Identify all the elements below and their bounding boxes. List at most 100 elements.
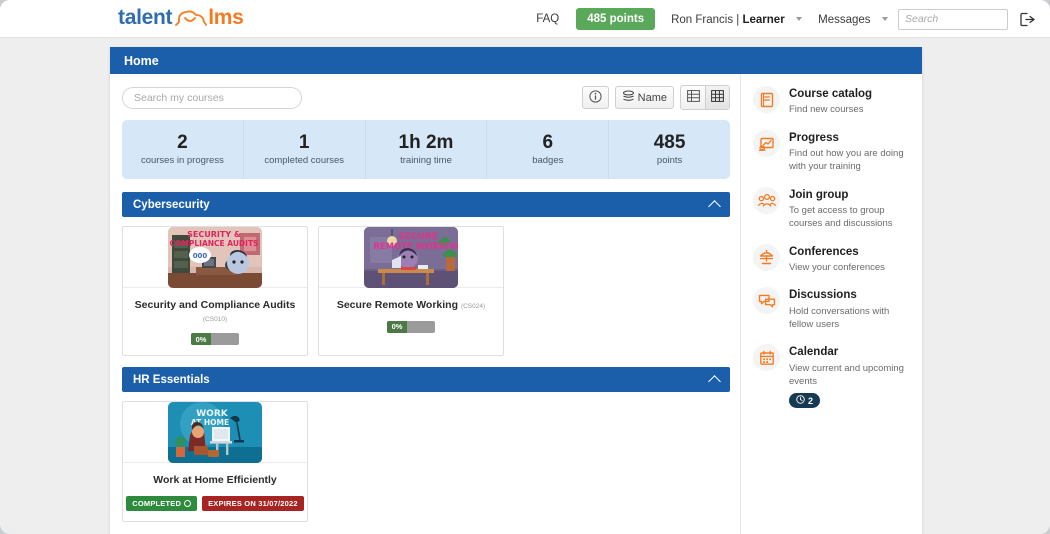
- category-title: HR Essentials: [133, 374, 210, 386]
- stat-points: 485 points: [609, 120, 730, 179]
- sidebar-item-title: Course catalog: [789, 87, 872, 101]
- stat-value: 1h 2m: [399, 133, 454, 153]
- main-content-panel: Home: [110, 47, 922, 534]
- stat-value: 485: [654, 133, 686, 153]
- courses-column: Name: [110, 74, 740, 534]
- info-button[interactable]: [582, 86, 609, 109]
- completed-label: COMPLETED: [132, 499, 181, 508]
- sidebar-text: Course catalog Find new courses: [789, 86, 872, 117]
- info-icon: [589, 90, 602, 106]
- course-title-text: Secure Remote Working: [337, 299, 458, 311]
- conference-icon: [753, 244, 780, 271]
- course-card[interactable]: SECURE REMOTE WORKING: [318, 226, 504, 356]
- stat-completed-courses: 1 completed courses: [244, 120, 366, 179]
- chevron-up-icon[interactable]: [708, 200, 721, 213]
- stat-training-time: 1h 2m training time: [366, 120, 488, 179]
- course-thumbnail-wrap: WORK AT HOME: [123, 402, 307, 463]
- sidebar-item-join-group[interactable]: Join group To get access to group course…: [753, 187, 914, 231]
- progress-chart-icon: [753, 130, 780, 157]
- course-title: Work at Home Efficiently: [129, 474, 301, 487]
- search-my-courses-input[interactable]: [122, 87, 302, 109]
- stat-value: 1: [299, 133, 310, 153]
- sidebar-item-conferences[interactable]: Conferences View your conferences: [753, 244, 914, 275]
- messages-menu[interactable]: Messages: [806, 10, 892, 28]
- chevron-up-icon[interactable]: [708, 375, 721, 388]
- sidebar-text: Conferences View your conferences: [789, 244, 885, 275]
- page-title-bar: Home: [110, 47, 922, 74]
- course-search-toolbar: Name: [122, 85, 730, 110]
- course-title-text: Security and Compliance Audits: [135, 299, 296, 311]
- calendar-events-badge[interactable]: 2: [789, 393, 820, 408]
- chevron-down-icon: [882, 17, 888, 21]
- stat-label: points: [657, 155, 682, 166]
- svg-text:COMPLIANCE AUDITS: COMPLIANCE AUDITS: [170, 239, 259, 248]
- grid-view-button[interactable]: [705, 86, 729, 109]
- app-window: talent lms FAQ 485 points Ron Francis | …: [0, 0, 1050, 534]
- nav-faq-link[interactable]: FAQ: [527, 13, 568, 25]
- sidebar-item-progress[interactable]: Progress Find out how you are doing with…: [753, 130, 914, 174]
- layers-icon: [622, 90, 635, 106]
- course-progress-bar: 0%: [191, 333, 239, 345]
- messages-label: Messages: [818, 14, 870, 26]
- stat-value: 6: [543, 133, 554, 153]
- calendar-badge-count: 2: [808, 396, 813, 406]
- talentlms-logo[interactable]: talent lms: [118, 6, 244, 30]
- chevron-down-icon: [796, 17, 802, 21]
- sidebar-item-desc: Find new courses: [789, 103, 872, 116]
- svg-text:SECURE: SECURE: [398, 232, 438, 242]
- content-body: Name: [110, 74, 922, 534]
- course-progress-value: 0%: [387, 321, 407, 333]
- sidebar-item-desc: To get access to group courses and discu…: [789, 204, 914, 231]
- stat-courses-in-progress: 2 courses in progress: [122, 120, 244, 179]
- course-title: Secure Remote Working (CS024): [325, 299, 497, 312]
- sidebar-item-course-catalog[interactable]: Course catalog Find new courses: [753, 86, 914, 117]
- user-name-label: Ron Francis | Learner: [671, 14, 785, 26]
- course-card-body: Work at Home Efficiently COMPLETED EXPIR…: [123, 463, 307, 521]
- course-code: (CS024): [461, 303, 485, 310]
- stat-badges: 6 badges: [487, 120, 609, 179]
- sidebar-item-desc: Find out how you are doing with your tra…: [789, 147, 914, 174]
- course-thumbnail-wrap: SECURE REMOTE WORKING: [319, 227, 503, 288]
- sort-label: Name: [638, 92, 667, 104]
- course-card[interactable]: SECURITY & COMPLIANCE AUDITS 000: [122, 226, 308, 356]
- sidebar-item-title: Discussions: [789, 288, 914, 302]
- sidebar-item-desc: Hold conversations with fellow users: [789, 305, 914, 332]
- course-card-body: Security and Compliance Audits (CS010) 0…: [123, 288, 307, 355]
- stat-label: completed courses: [264, 155, 344, 166]
- course-progress-bar: 0%: [387, 321, 435, 333]
- svg-text:SECURITY &: SECURITY &: [187, 230, 241, 239]
- logout-icon[interactable]: [1020, 12, 1036, 27]
- page-title: Home: [124, 54, 159, 68]
- course-code: (CS010): [203, 316, 227, 323]
- course-thumbnail-work-at-home: WORK AT HOME: [168, 402, 262, 463]
- course-card-list: WORK AT HOME: [122, 392, 730, 522]
- stat-value: 2: [177, 133, 188, 153]
- list-view-icon: [687, 89, 700, 107]
- points-badge[interactable]: 485 points: [576, 8, 655, 30]
- course-thumbnail-secure-remote-working: SECURE REMOTE WORKING: [364, 227, 458, 288]
- view-toolbar: Name: [582, 85, 730, 110]
- course-card[interactable]: WORK AT HOME: [122, 401, 308, 522]
- clock-icon: [796, 395, 805, 406]
- category-header[interactable]: Cybersecurity: [122, 192, 730, 217]
- header-search-input[interactable]: [898, 9, 1008, 30]
- course-card-body: Secure Remote Working (CS024) 0%: [319, 288, 503, 343]
- cloud-smile-icon: [173, 9, 207, 28]
- category-header[interactable]: HR Essentials: [122, 367, 730, 392]
- status-badge-completed: COMPLETED: [126, 496, 197, 511]
- sidebar-item-desc: View current and upcoming events: [789, 362, 914, 389]
- calendar-icon: [753, 344, 780, 371]
- sidebar-text: Join group To get access to group course…: [789, 187, 914, 231]
- list-view-button[interactable]: [681, 86, 705, 109]
- sort-by-name-button[interactable]: Name: [615, 86, 674, 109]
- sidebar-item-calendar[interactable]: Calendar View current and upcoming event…: [753, 344, 914, 409]
- view-mode-group: [680, 85, 730, 110]
- user-menu[interactable]: Ron Francis | Learner: [663, 10, 806, 28]
- header-nav-right: FAQ 485 points Ron Francis | Learner Mes…: [527, 0, 1050, 38]
- category-title: Cybersecurity: [133, 199, 210, 211]
- sidebar-item-title: Join group: [789, 188, 914, 202]
- sidebar-item-discussions[interactable]: Discussions Hold conversations with fell…: [753, 287, 914, 331]
- logo-lms-text: lms: [208, 6, 243, 30]
- group-users-icon: [753, 187, 780, 214]
- course-title: Security and Compliance Audits (CS010): [129, 299, 301, 324]
